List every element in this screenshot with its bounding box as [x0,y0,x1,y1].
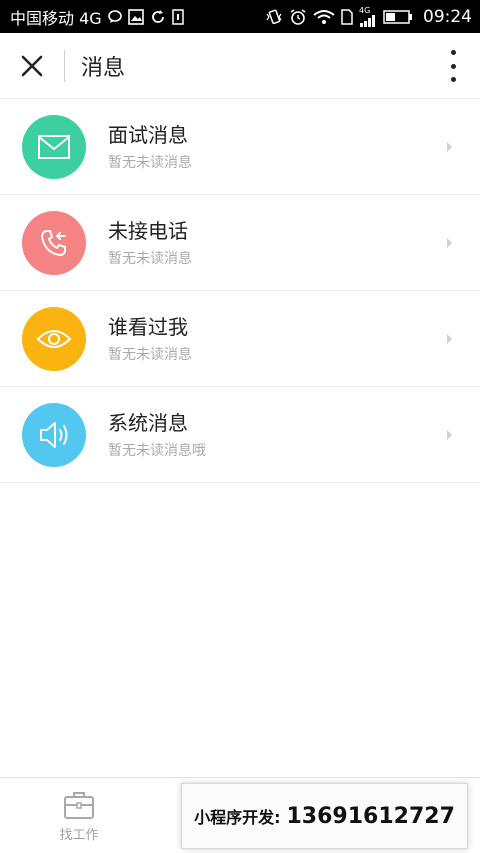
eye-icon [36,329,72,348]
list-item-who-viewed[interactable]: 谁看过我 暂无未读消息 [0,291,480,387]
briefcase-icon [64,792,94,819]
list-item-text: 未接电话 暂无未读消息 [108,218,192,268]
list-item-title: 谁看过我 [108,314,188,339]
tab-find-job[interactable]: 找工作 [42,790,116,843]
nav-bar: 消息 [0,33,480,99]
more-dot [450,50,456,55]
more-options-button[interactable] [446,50,460,82]
list-item-interview[interactable]: 面试消息 暂无未读消息 [0,99,480,195]
list-item-title: 系统消息 [108,410,188,435]
interview-avatar [22,114,86,179]
list-item-system[interactable]: 系统消息 暂无未读消息哦 [0,387,480,483]
list-item-subtitle: 暂无未读消息 [108,250,192,267]
more-dot [450,77,456,82]
close-button[interactable] [0,33,64,99]
nav-divider [64,49,65,82]
sync-icon [150,9,166,25]
chevron-right-icon [447,141,452,152]
signal-icon: 4G [359,5,377,27]
status-bar: 中国移动 4G 4G 09:24 [0,0,480,33]
chevron-right-icon [447,333,452,344]
promo-banner: 小程序开发: 13691612727 [181,783,468,849]
alarm-icon [289,8,307,26]
promo-phone: 13691612727 [286,803,455,829]
list-item-title: 面试消息 [108,122,188,147]
list-item-missed-call[interactable]: 未接电话 暂无未读消息 [0,195,480,291]
message-icon [107,9,122,24]
battery-icon [383,9,413,25]
tab-find-job-label: 找工作 [59,828,99,843]
page-title: 消息 [81,55,126,81]
app-screen: 中国移动 4G 4G 09:24 消息 面试消息 暂无未读消息 未接电话 暂无未… [0,0,480,853]
wifi-icon [313,9,335,25]
vibrate-icon [265,9,283,25]
envelope-icon [38,134,70,159]
message-list: 面试消息 暂无未读消息 未接电话 暂无未读消息 谁看过我 暂无未读消息 系统消息… [0,99,480,483]
chevron-right-icon [447,429,452,440]
system-avatar [22,402,86,467]
carrier-label: 中国移动 4G [10,8,102,28]
who-viewed-avatar [22,306,86,371]
close-icon [21,55,43,76]
sim-card-icon [341,8,353,25]
chevron-right-icon [447,237,452,248]
list-item-text: 谁看过我 暂无未读消息 [108,314,192,364]
status-time: 09:24 [423,6,472,27]
list-item-text: 系统消息 暂无未读消息哦 [108,410,206,460]
status-bar-left: 中国移动 4G [10,5,184,29]
promo-label: 小程序开发: [194,808,281,827]
list-item-title: 未接电话 [108,218,188,243]
list-item-text: 面试消息 暂无未读消息 [108,122,192,172]
status-bar-right: 4G 09:24 [265,5,472,27]
list-item-subtitle: 暂无未读消息 [108,154,192,171]
more-dot [450,63,456,69]
image-icon [127,8,144,25]
list-item-subtitle: 暂无未读消息哦 [108,442,206,459]
sim-icon [171,8,184,25]
missed-call-avatar [22,210,86,275]
list-item-subtitle: 暂无未读消息 [108,346,192,363]
signal-type-label: 4G [359,5,371,15]
phone-missed-icon [41,229,66,256]
speaker-icon [40,421,68,448]
